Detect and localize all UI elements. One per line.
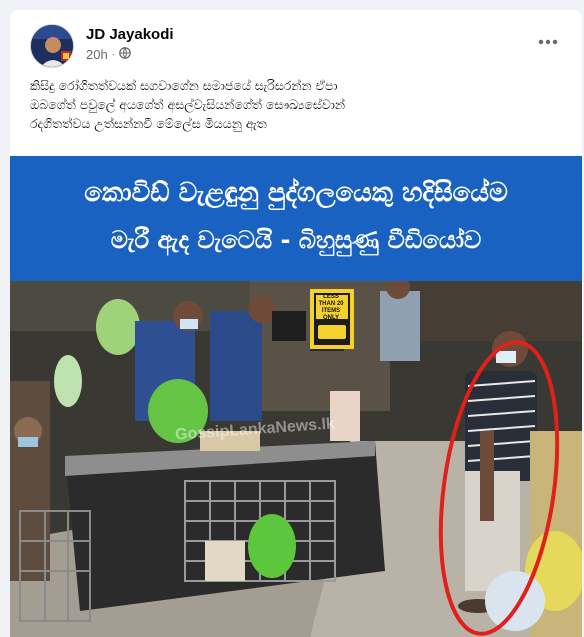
separator-dot: ·	[111, 49, 116, 60]
headline-line1: කොවිඩ් වැළඳුනු පුද්ගලයෙකු හදිසියේම	[84, 178, 508, 208]
author-avatar[interactable]	[30, 24, 74, 68]
post-text-line: කිසිදු රෝගිතත්වයක් සගවාගේන සමාජයේ සැරිසර…	[30, 78, 338, 93]
post-header: JD Jayakodi 20h ·	[10, 10, 582, 80]
post-time[interactable]: 20h	[86, 47, 108, 62]
headline-line2: මැරී ඇද වැටෙයි - බිහුසුණු වීඩියෝව	[110, 226, 482, 254]
post-text-line: රදගිතත්වය උත්සන්නවී මේලේස මියයනු ඇත	[30, 116, 267, 131]
author-name[interactable]: JD Jayakodi	[86, 26, 174, 43]
headline-banner: කොවිඩ් වැළඳුනු පුද්ගලයෙකු හදිසියේම මැරී …	[10, 156, 582, 281]
post-text-line: ඔබගේත් පවුලේ අයගේත් අසල්වැසියන්ගේත් සෞඛ්…	[30, 97, 346, 112]
store-scene	[10, 281, 582, 637]
checkout-sign-text: LESS THAN 20 ITEMS ONLY	[318, 294, 344, 321]
more-dots-icon[interactable]	[536, 30, 560, 54]
post-image[interactable]: කොවිඩ් වැළඳුනු පුද්ගලයෙකු හදිසියේම මැරී …	[10, 156, 582, 637]
post-text: කිසිදු රෝගිතත්වයක් සගවාගේන සමාජයේ සැරිසර…	[30, 76, 570, 133]
facebook-post: JD Jayakodi 20h · කිසිදු රෝගිතත්වයක් සගව…	[10, 10, 582, 637]
globe-icon[interactable]	[119, 47, 131, 62]
post-meta: 20h ·	[86, 47, 131, 62]
